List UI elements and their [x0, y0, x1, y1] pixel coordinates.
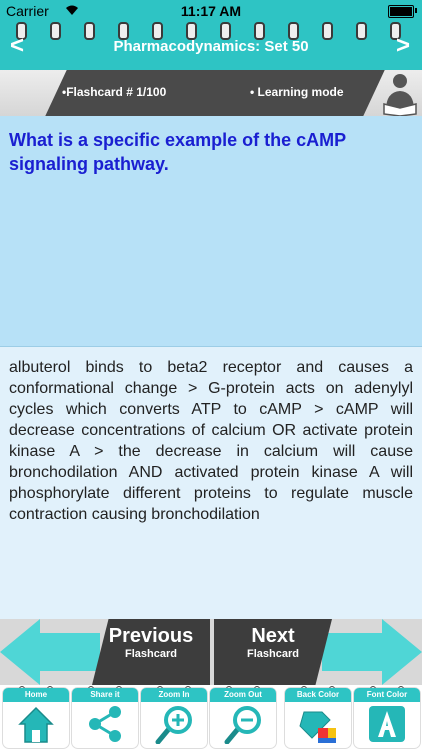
- zoom-in-label: Zoom In: [141, 688, 207, 702]
- next-sublabel: Flashcard: [247, 648, 299, 660]
- question-panel: What is a specific example of the cAMP s…: [0, 116, 422, 347]
- share-label: Share it: [72, 688, 138, 702]
- share-icon: [89, 706, 121, 742]
- flashcard-nav: Previous Flashcard Next Flashcard: [0, 619, 422, 685]
- page-title: Pharmacodynamics: Set 50: [113, 38, 309, 55]
- back-button[interactable]: <: [10, 32, 24, 60]
- status-time: 11:17 AM: [180, 3, 242, 19]
- left-arrow-icon: [0, 619, 100, 685]
- header-bar: < Pharmacodynamics: Set 50 >: [0, 22, 422, 70]
- next-button[interactable]: Next Flashcard: [214, 619, 332, 685]
- battery-icon: [388, 5, 414, 18]
- reader-icon: [383, 74, 417, 116]
- home-button[interactable]: Home: [3, 686, 69, 748]
- back-color-label: Back Color: [285, 688, 351, 702]
- forward-button[interactable]: >: [396, 32, 410, 60]
- zoom-out-label: Zoom Out: [210, 688, 276, 702]
- question-text: What is a specific example of the cAMP s…: [9, 130, 346, 174]
- mode-label: • Learning mode: [250, 85, 344, 99]
- bottom-toolbar: Home Share it Zoom In Zoom Out Back Colo…: [0, 685, 422, 750]
- zoom-out-icon: [224, 706, 261, 744]
- font-color-icon: [369, 706, 405, 742]
- info-bar: •Flashcard # 1/100 • Learning mode: [0, 70, 422, 116]
- battery-nub: [415, 8, 417, 13]
- home-icon: [18, 706, 54, 743]
- font-color-button[interactable]: Font Color: [354, 686, 420, 748]
- previous-label: Previous: [108, 625, 194, 647]
- next-label: Next: [251, 625, 295, 647]
- zoom-in-button[interactable]: Zoom In: [141, 686, 207, 748]
- zoom-out-button[interactable]: Zoom Out: [210, 686, 276, 748]
- flashcard-counter: •Flashcard # 1/100: [62, 85, 167, 99]
- answer-text: albuterol binds to beta2 receptor and ca…: [9, 359, 413, 523]
- previous-sublabel: Flashcard: [125, 648, 177, 660]
- back-color-button[interactable]: Back Color: [285, 686, 351, 748]
- home-label: Home: [3, 688, 69, 702]
- status-bar: Carrier 11:17 AM: [0, 0, 422, 22]
- back-color-icon: [299, 711, 336, 743]
- answer-panel: albuterol binds to beta2 receptor and ca…: [0, 347, 422, 619]
- right-arrow-icon: [322, 619, 422, 685]
- share-button[interactable]: Share it: [72, 686, 138, 748]
- previous-button[interactable]: Previous Flashcard: [92, 619, 210, 685]
- font-color-label: Font Color: [354, 688, 420, 702]
- zoom-in-icon: [155, 706, 192, 744]
